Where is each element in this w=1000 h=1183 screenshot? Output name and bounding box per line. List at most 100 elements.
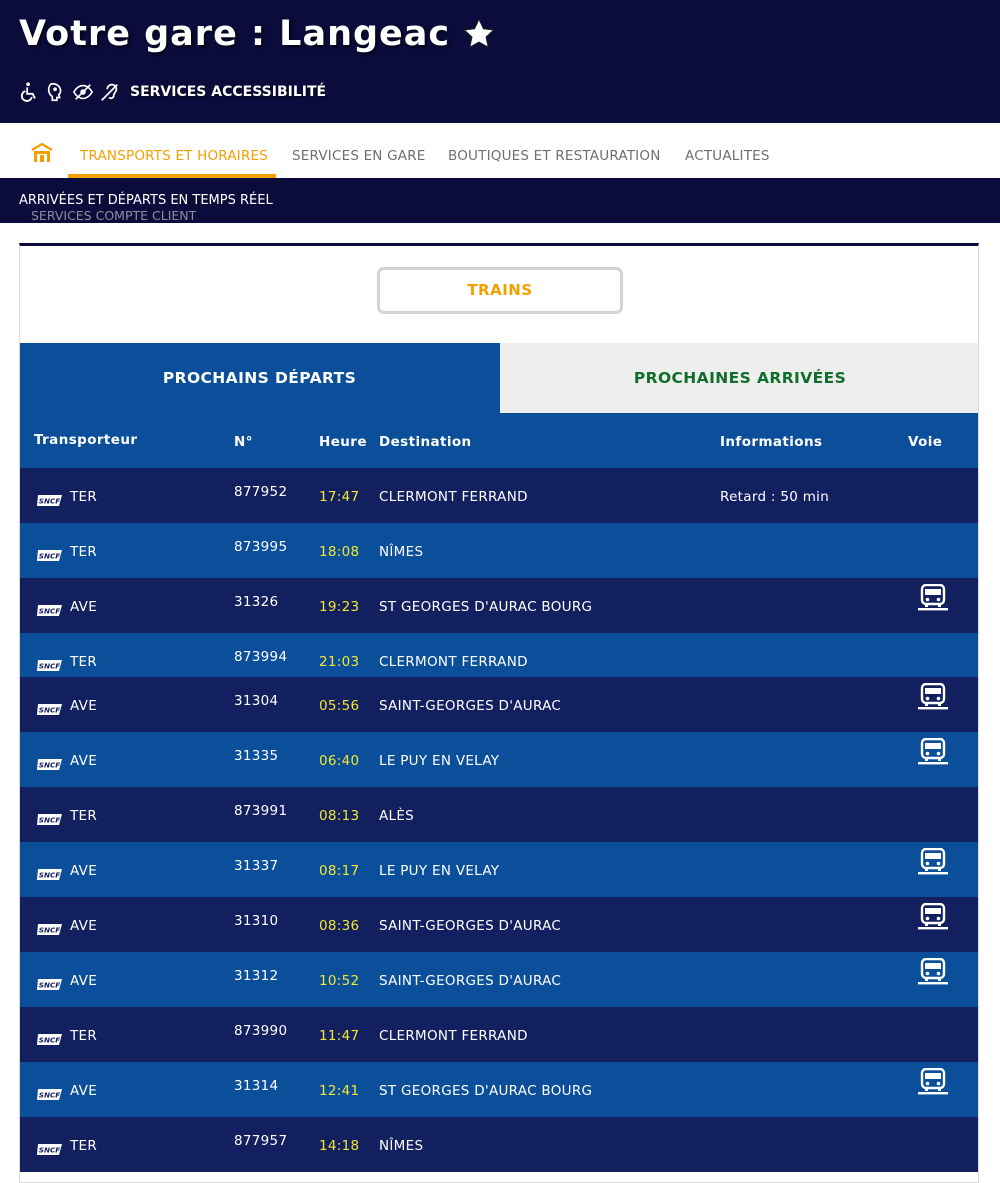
departure-time-cell: 12:41: [319, 1083, 360, 1099]
svg-text:SNCF: SNCF: [39, 1036, 60, 1045]
sncf-logo-icon: SNCF: [36, 547, 63, 561]
bus-replacement-icon: [917, 737, 949, 766]
destination-cell: NÎMES: [379, 544, 424, 560]
subnav-customer-account-link[interactable]: SERVICES COMPTE CLIENT: [31, 208, 196, 223]
station-header: Votre gare : Langeac SERVICES ACCESSIBIL…: [0, 0, 1000, 123]
carrier-cell: AVE: [70, 698, 98, 714]
sncf-logo-icon: SNCF: [36, 602, 63, 616]
subnav-realtime-link[interactable]: ARRIVÉES ET DÉPARTS EN TEMPS RÉEL: [19, 193, 273, 208]
departure-time-cell: 08:36: [319, 918, 360, 934]
col-time: Heure: [319, 434, 367, 450]
departure-row[interactable]: SNCF AVE 31312 10:52 SAINT-GEORGES D'AURAC: [20, 952, 978, 1007]
departure-row[interactable]: SNCF AVE 31314 12:41 ST GEORGES D'AURAC BOUR…: [20, 1062, 978, 1117]
svg-text:SNCF: SNCF: [39, 926, 60, 935]
train-number-cell: 31337: [234, 858, 279, 874]
destination-cell: ST GEORGES D'AURAC BOURG: [379, 599, 593, 615]
favorite-star-icon[interactable]: [462, 17, 496, 51]
departure-time-cell: 14:18: [319, 1138, 360, 1154]
bus-replacement-icon: [917, 902, 949, 931]
departure-row[interactable]: SNCF AVE 31326 19:23 ST GEORGES D'AURAC BOUR…: [20, 578, 978, 633]
departure-time-cell: 18:08: [319, 544, 360, 560]
departure-row[interactable]: SNCF AVE 31304 05:56 SAINT-GEORGES D'AURAC: [20, 677, 978, 732]
trains-mode-button[interactable]: TRAINS: [377, 267, 623, 314]
train-number-cell: 873995: [234, 539, 288, 555]
svg-text:SNCF: SNCF: [39, 1091, 60, 1100]
mental-disability-icon: [47, 82, 62, 102]
destination-cell: CLERMONT FERRAND: [379, 1028, 528, 1044]
sncf-logo-icon: SNCF: [36, 657, 63, 671]
bus-replacement-icon: [917, 583, 949, 612]
train-number-cell: 31312: [234, 968, 279, 984]
nav-transports-horaires[interactable]: TRANSPORTS ET HORAIRES: [80, 148, 268, 164]
carrier-cell: AVE: [70, 753, 98, 769]
bus-replacement-icon: [917, 957, 949, 986]
sncf-logo-icon: SNCF: [36, 811, 63, 825]
departure-row[interactable]: SNCF TER 877957 14:18 NÎMES: [20, 1117, 978, 1172]
svg-text:SNCF: SNCF: [39, 552, 60, 561]
train-number-cell: 31335: [234, 748, 279, 764]
carrier-cell: TER: [70, 1028, 98, 1044]
train-number-cell: 31304: [234, 693, 279, 709]
sncf-logo-icon: SNCF: [36, 701, 63, 715]
carrier-cell: TER: [70, 489, 98, 505]
carrier-cell: AVE: [70, 1083, 98, 1099]
sncf-logo-icon: SNCF: [36, 1086, 63, 1100]
hearing-impairment-icon: [101, 83, 118, 101]
carrier-cell: TER: [70, 654, 98, 670]
carrier-cell: TER: [70, 544, 98, 560]
svg-text:SNCF: SNCF: [39, 761, 60, 770]
destination-cell: SAINT-GEORGES D'AURAC: [379, 698, 562, 714]
destination-cell: ALÈS: [379, 808, 415, 824]
departure-row[interactable]: SNCF TER 873995 18:08 NÎMES: [20, 523, 978, 578]
svg-text:SNCF: SNCF: [39, 706, 60, 715]
tab-prochaines-arrivees[interactable]: PROCHAINES ARRIVÉES: [500, 343, 978, 413]
train-number-cell: 873991: [234, 803, 288, 819]
svg-text:SNCF: SNCF: [39, 497, 60, 506]
train-number-cell: 877952: [234, 484, 288, 500]
departure-row[interactable]: SNCF TER 873990 11:47 CLERMONT FERRAND: [20, 1007, 978, 1062]
departure-row[interactable]: SNCF TER 873991 08:13 ALÈS: [20, 787, 978, 842]
sncf-logo-icon: SNCF: [36, 1141, 63, 1155]
accessibility-services[interactable]: SERVICES ACCESSIBILITÉ: [18, 80, 326, 104]
sncf-logo-icon: SNCF: [36, 1031, 63, 1045]
destination-cell: CLERMONT FERRAND: [379, 654, 528, 670]
departure-row[interactable]: SNCF TER 877952 17:47 CLERMONT FERRAND Retard…: [20, 468, 978, 523]
sncf-logo-icon: SNCF: [36, 976, 63, 990]
sncf-logo-icon: SNCF: [36, 921, 63, 935]
sncf-logo-icon: SNCF: [36, 866, 63, 880]
svg-text:SNCF: SNCF: [39, 816, 60, 825]
main-nav: TRANSPORTS ET HORAIRES SERVICES EN GARE …: [0, 123, 1000, 178]
col-destination: Destination: [379, 434, 472, 450]
departure-time-cell: 11:47: [319, 1028, 360, 1044]
train-number-cell: 31314: [234, 1078, 279, 1094]
destination-cell: CLERMONT FERRAND: [379, 489, 528, 505]
departure-row[interactable]: SNCF AVE 31335 06:40 LE PUY EN VELAY: [20, 732, 978, 787]
departure-time-cell: 08:13: [319, 808, 360, 824]
station-home-icon[interactable]: [31, 143, 53, 163]
departure-row[interactable]: SNCF AVE 31337 08:17 LE PUY EN VELAY: [20, 842, 978, 897]
station-title-text: Votre gare : Langeac: [19, 14, 451, 54]
departures-board: TRAINS PROCHAINS DÉPARTS PROCHAINES ARRI…: [19, 243, 979, 1183]
nav-actualites[interactable]: ACTUALITES: [685, 148, 770, 164]
departure-row[interactable]: SNCF AVE 31310 08:36 SAINT-GEORGES D'AURAC: [20, 897, 978, 952]
nav-boutiques-restauration[interactable]: BOUTIQUES ET RESTAURATION: [448, 148, 661, 164]
table-header: Transporteur N° Heure Destination Inform…: [20, 413, 978, 468]
tab-prochains-departs[interactable]: PROCHAINS DÉPARTS: [20, 343, 500, 413]
nav-services-en-gare[interactable]: SERVICES EN GARE: [292, 148, 426, 164]
svg-text:SNCF: SNCF: [39, 662, 60, 671]
svg-text:SNCF: SNCF: [39, 1146, 60, 1155]
destination-cell: NÎMES: [379, 1138, 424, 1154]
departure-row[interactable]: SNCF TER 873994 21:03 CLERMONT FERRAND: [20, 633, 978, 677]
departure-time-cell: 10:52: [319, 973, 360, 989]
destination-cell: ST GEORGES D'AURAC BOURG: [379, 1083, 593, 1099]
accessibility-label[interactable]: SERVICES ACCESSIBILITÉ: [130, 84, 326, 100]
bus-replacement-icon: [917, 847, 949, 876]
carrier-cell: AVE: [70, 599, 98, 615]
col-number: N°: [234, 434, 253, 450]
departure-time-cell: 08:17: [319, 863, 360, 879]
visual-impairment-icon: [72, 84, 94, 100]
bus-replacement-icon: [917, 682, 949, 711]
train-number-cell: 873994: [234, 649, 288, 665]
carrier-cell: AVE: [70, 918, 98, 934]
departure-time-cell: 05:56: [319, 698, 360, 714]
